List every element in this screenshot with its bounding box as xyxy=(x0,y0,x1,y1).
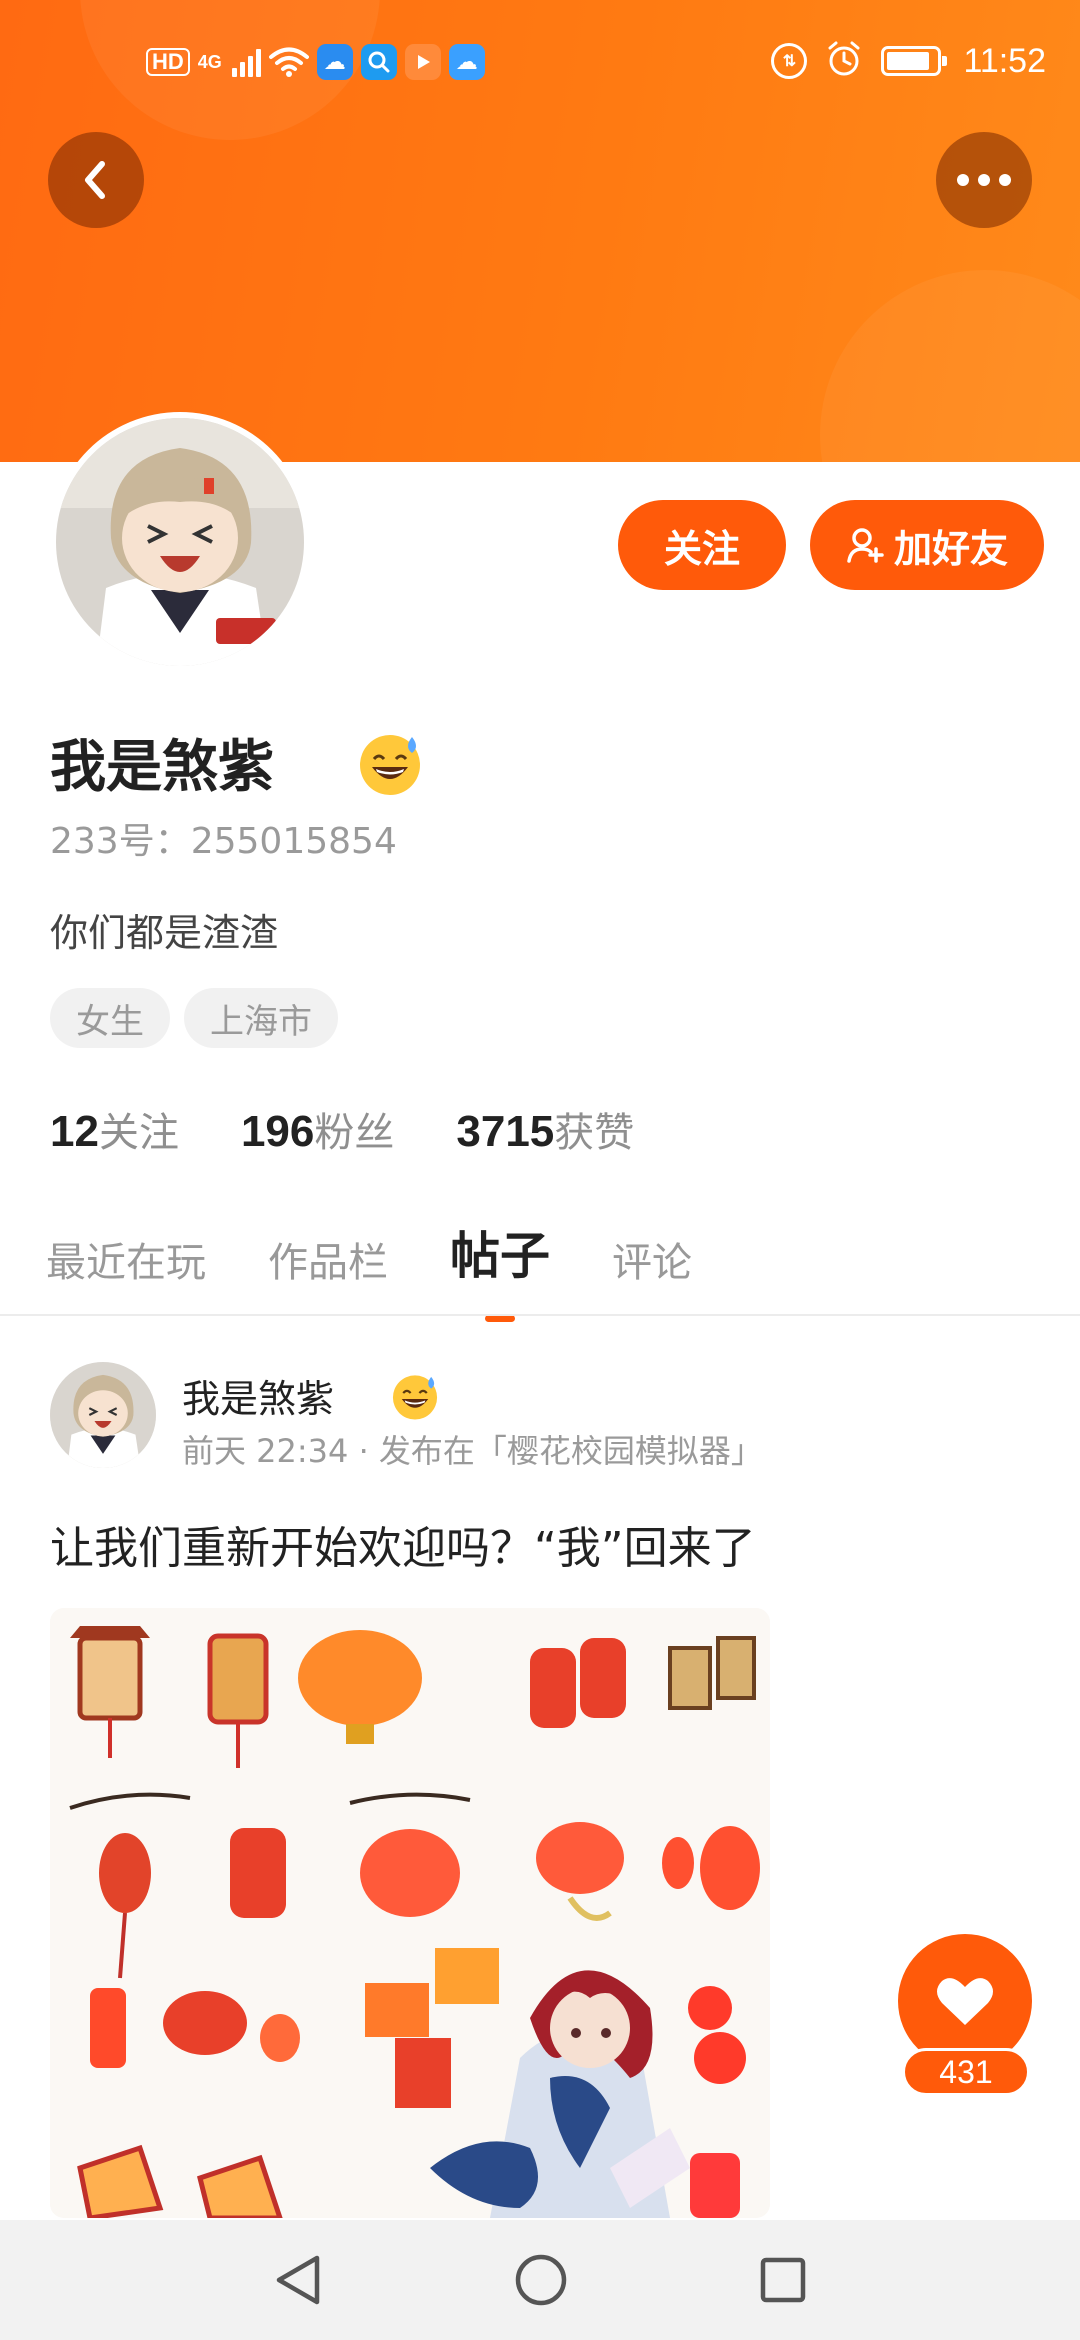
profile-banner: HD 4G ☁ ☁ ⇅ 11:52 xyxy=(0,0,1080,462)
sweat-smile-emoji-icon xyxy=(392,1374,438,1420)
back-triangle-icon[interactable] xyxy=(273,2253,323,2307)
stat-following-label: 关注 xyxy=(98,1110,179,1156)
tab-recent-play[interactable]: 最近在玩 xyxy=(46,1230,206,1298)
hd-indicator: HD xyxy=(146,48,190,76)
recents-square-icon[interactable] xyxy=(759,2256,807,2304)
profile-name: 我是煞紫 xyxy=(50,722,424,803)
stat-following-count: 12 xyxy=(50,1107,99,1156)
video-app-icon xyxy=(404,44,441,80)
home-circle-icon[interactable] xyxy=(513,2252,569,2308)
profile-avatar[interactable] xyxy=(50,412,310,672)
post-author-name: 我是煞紫 xyxy=(182,1377,335,1421)
profile-stats: 12关注 196粉丝 3715获赞 xyxy=(50,1100,634,1158)
signal-icon xyxy=(231,47,261,77)
alarm-icon xyxy=(825,40,863,82)
stat-fans-label: 粉丝 xyxy=(314,1110,395,1156)
banner-decoration xyxy=(820,270,1080,462)
status-left: HD 4G ☁ ☁ xyxy=(146,44,485,80)
clock: 11:52 xyxy=(963,41,1046,80)
more-button[interactable] xyxy=(936,132,1032,228)
chevron-left-icon xyxy=(85,161,105,199)
user-id: 233号：255015854 xyxy=(50,812,397,864)
tabs-divider xyxy=(0,1314,1080,1316)
tag-location: 上海市 xyxy=(184,988,338,1048)
tab-posts[interactable]: 帖子 xyxy=(450,1216,550,1322)
data-saver-icon: ⇅ xyxy=(771,43,808,79)
cloud-app-icon: ☁ xyxy=(448,44,485,80)
profile-bio: 你们都是渣渣 xyxy=(50,911,279,955)
stat-likes-count: 3715 xyxy=(456,1107,555,1156)
post-title[interactable]: 让我们重新开始欢迎吗？“我”回来了 xyxy=(50,1512,756,1576)
tab-works[interactable]: 作品栏 xyxy=(268,1230,388,1298)
post-author-avatar[interactable] xyxy=(50,1362,156,1468)
profile-name-text: 我是煞紫 xyxy=(50,735,274,800)
user-id-value: 255015854 xyxy=(190,821,397,862)
stat-likes-label: 获赞 xyxy=(554,1110,635,1156)
lanterns-illustration xyxy=(50,1608,770,2218)
search-app-icon xyxy=(360,44,397,80)
weather-app-icon: ☁ xyxy=(316,44,353,80)
like-count: 431 xyxy=(902,2048,1030,2096)
system-navigation-bar xyxy=(0,2220,1080,2340)
add-friend-button[interactable]: 加好友 xyxy=(810,500,1044,590)
wifi-icon xyxy=(268,47,309,77)
status-right: ⇅ 11:52 xyxy=(771,40,1046,82)
back-button[interactable] xyxy=(48,132,144,228)
more-dots-icon xyxy=(957,174,1011,186)
stat-likes: 3715获赞 xyxy=(456,1100,634,1158)
profile-tabs: 最近在玩 作品栏 帖子 评论 xyxy=(46,1216,692,1322)
post-meta: 前天 22:34 · 发布在「樱花校园模拟器」 xyxy=(182,1432,763,1470)
add-friend-icon xyxy=(847,528,884,563)
tag-gender: 女生 xyxy=(50,988,170,1048)
user-id-label: 233号： xyxy=(50,821,191,862)
profile-tags: 女生 上海市 xyxy=(50,988,338,1048)
tab-comments[interactable]: 评论 xyxy=(612,1230,692,1298)
stat-fans[interactable]: 196粉丝 xyxy=(241,1100,394,1158)
network-type: 4G xyxy=(197,52,222,72)
post-image[interactable] xyxy=(50,1608,770,2218)
stat-fans-count: 196 xyxy=(240,1107,315,1156)
add-friend-label: 加好友 xyxy=(893,526,1008,571)
post-author[interactable]: 我是煞紫 xyxy=(182,1368,440,1423)
follow-button[interactable]: 关注 xyxy=(618,500,786,590)
battery-icon xyxy=(881,46,948,76)
status-bar: HD 4G ☁ ☁ ⇅ 11:52 xyxy=(0,0,1080,130)
stat-following[interactable]: 12关注 xyxy=(50,1100,179,1158)
sweat-smile-emoji-icon xyxy=(360,734,420,795)
avatar-image xyxy=(56,418,304,666)
heart-icon xyxy=(937,1978,993,2025)
